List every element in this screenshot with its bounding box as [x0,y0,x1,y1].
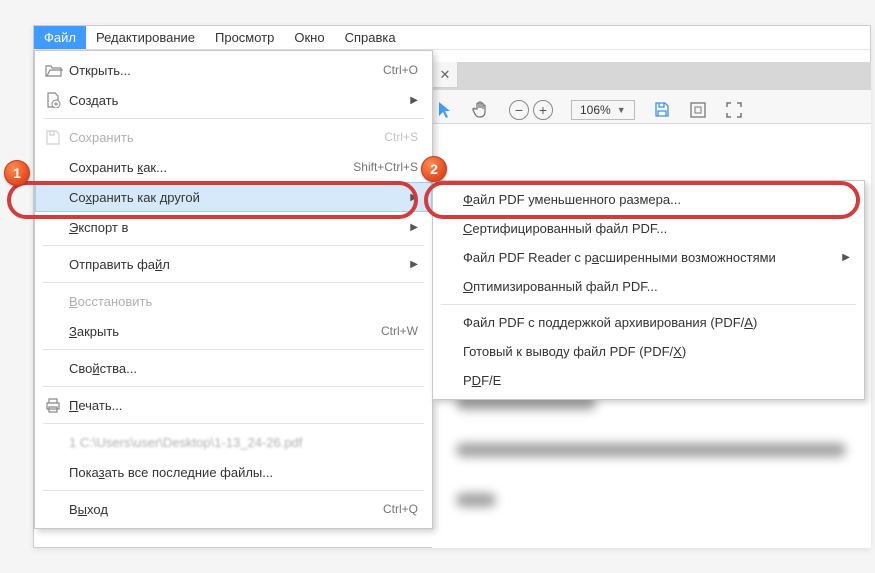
menu-save-as[interactable]: Сохранить как... Shift+Ctrl+S [35,152,432,182]
save-icon [45,130,69,145]
menu-recent-file[interactable]: 1 C:\Users\user\Desktop\1-13_24-26.pdf [35,427,432,457]
zoom-out-button[interactable]: − [509,100,529,120]
select-tool-icon[interactable] [437,101,453,119]
menu-close[interactable]: Закрыть Ctrl+W [35,316,432,346]
menu-send[interactable]: Отправить файл ▶ [35,249,432,279]
menu-separator [43,245,424,246]
menu-separator [43,490,424,491]
app-window: Файл Редактирование Просмотр Окно Справк… [33,25,871,548]
annotation-badge-1: 1 [4,160,30,186]
menu-properties[interactable]: Свойства... [35,353,432,383]
submenu-arrow-icon: ▶ [410,192,418,203]
menu-exit[interactable]: Выход Ctrl+Q [35,494,432,524]
submenu-arrow-icon: ▶ [842,252,850,263]
save-as-other-submenu: Файл PDF уменьшенного размера... Сертифи… [432,180,865,400]
menu-save-as-other[interactable]: Сохранить как другой ▶ [35,182,432,212]
save-tool-icon[interactable] [653,101,671,119]
menu-view[interactable]: Просмотр [205,26,284,49]
zoom-level-select[interactable]: 106% ▼ [571,100,635,120]
menu-help[interactable]: Справка [335,26,406,49]
hand-tool-icon[interactable] [471,100,491,120]
fit-page-icon[interactable] [689,101,707,119]
menu-create[interactable]: Создать ▶ [35,85,432,115]
menu-separator [43,282,424,283]
menu-separator [43,349,424,350]
menu-open[interactable]: Открыть... Ctrl+O [35,55,432,85]
submenu-reduced-size[interactable]: Файл PDF уменьшенного размера... [433,185,864,214]
fullscreen-icon[interactable] [725,101,743,119]
submenu-arrow-icon: ▶ [410,259,418,270]
menu-print[interactable]: Печать... [35,390,432,420]
chevron-down-icon: ▼ [617,105,626,115]
submenu-reader-extended[interactable]: Файл PDF Reader с расширенными возможнос… [433,243,864,272]
submenu-press-ready[interactable]: Готовый к выводу файл PDF (PDF/X) [433,337,864,366]
menu-separator [441,304,856,305]
zoom-in-button[interactable]: + [533,100,553,120]
new-file-icon [45,92,69,108]
menu-edit[interactable]: Редактирование [86,26,205,49]
menu-save: Сохранить Ctrl+S [35,122,432,152]
menu-restore: Восстановить [35,286,432,316]
tab-close-button[interactable]: ✕ [432,62,458,88]
menu-window[interactable]: Окно [284,26,334,49]
submenu-optimized[interactable]: Оптимизированный файл PDF... [433,272,864,301]
toolbar: − + 106% ▼ [437,100,743,120]
menu-file[interactable]: Файл [34,26,86,49]
menu-separator [43,118,424,119]
folder-open-icon [45,63,69,77]
submenu-archive[interactable]: Файл PDF с поддержкой архивирования (PDF… [433,308,864,337]
menu-show-recent[interactable]: Показать все последние файлы... [35,457,432,487]
submenu-arrow-icon: ▶ [410,95,418,106]
tabbar [432,62,871,90]
annotation-badge-2: 2 [421,156,447,182]
file-menu: Открыть... Ctrl+O Создать ▶ Сохранить Ct… [34,50,433,529]
submenu-certified[interactable]: Сертифицированный файл PDF... [433,214,864,243]
menu-separator [43,386,424,387]
menu-export[interactable]: Экспорт в ▶ [35,212,432,242]
submenu-pdfe[interactable]: PDF/E [433,366,864,395]
print-icon [45,398,69,413]
menu-separator [43,423,424,424]
menubar: Файл Редактирование Просмотр Окно Справк… [34,26,870,50]
submenu-arrow-icon: ▶ [410,222,418,233]
zoom-value: 106% [580,103,611,117]
